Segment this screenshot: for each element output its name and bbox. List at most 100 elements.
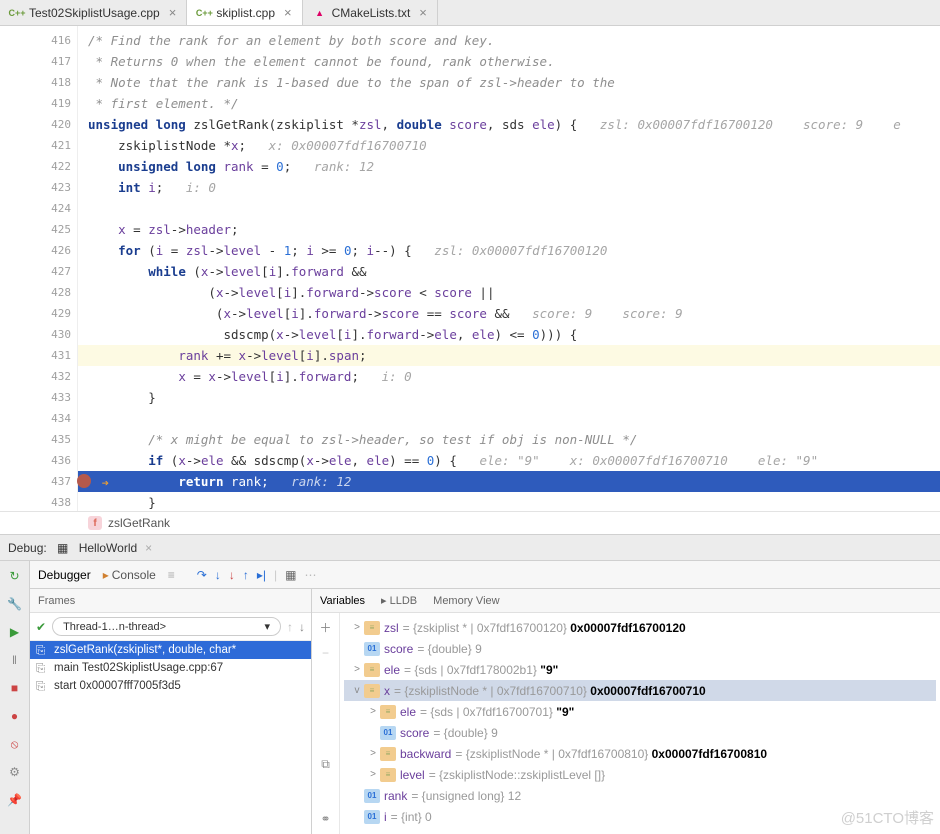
breakpoint-icon[interactable] <box>77 474 91 488</box>
variable-row[interactable]: >≡zsl= {zskiplist * | 0x7fdf16700120} 0x… <box>344 617 936 638</box>
pin-icon[interactable]: 📌 <box>6 791 24 809</box>
frame-up-icon[interactable]: ↑ <box>287 620 293 634</box>
frame-list: ⎘zslGetRank(zskiplist*, double, char*⎘ma… <box>30 641 311 834</box>
pause-icon[interactable]: ‖ <box>6 651 24 669</box>
debug-side-toolbar: ↻ 🔧 ▶ ‖ ■ ● ⦸ ⚙ 📌 <box>0 561 30 834</box>
variable-row[interactable]: >≡backward= {zskiplistNode * | 0x7fdf167… <box>344 743 936 764</box>
step-into-icon[interactable]: ↓ <box>229 568 235 582</box>
rerun-icon[interactable]: ↻ <box>6 567 24 585</box>
type-badge: ≡ <box>364 684 380 698</box>
code-line[interactable]: while (x->level[i].forward && <box>78 261 940 282</box>
code-line[interactable]: for (i = zsl->level - 1; i >= 0; i--) { … <box>78 240 940 261</box>
twistie-icon[interactable]: > <box>366 748 380 759</box>
file-icon: ▲ <box>313 6 327 20</box>
tab-label: Test02SkiplistUsage.cpp <box>29 6 160 20</box>
twistie-icon[interactable]: > <box>350 664 364 675</box>
step-out-icon[interactable]: ↑ <box>243 568 249 582</box>
breadcrumb-fn[interactable]: zslGetRank <box>108 516 170 530</box>
variable-row[interactable]: >≡ele= {sds | 0x7fdf16700701} "9" <box>344 701 936 722</box>
variables-panel: Variables ▸ LLDB Memory View ＋ − ⧉ ⚭ >≡z… <box>312 589 940 834</box>
twistie-icon[interactable]: > <box>350 622 364 633</box>
twistie-icon[interactable]: > <box>366 769 380 780</box>
editor-tab[interactable]: ▲ CMakeLists.txt × <box>303 0 438 25</box>
tab-memory[interactable]: Memory View <box>433 595 499 607</box>
code-line[interactable]: /* Find the rank for an element by both … <box>78 30 940 51</box>
code-line[interactable]: zskiplistNode *x; x: 0x00007fdf16700710 <box>78 135 940 156</box>
step-controls: ↷ ↓ ↓ ↑ ▸| | ▦ ⋯ <box>197 568 317 582</box>
frame-icon: ⎘ <box>36 663 45 676</box>
twistie-icon[interactable]: > <box>366 706 380 717</box>
vars-toolbar: ＋ − ⧉ ⚭ <box>312 613 340 834</box>
code-line[interactable]: int i; i: 0 <box>78 177 940 198</box>
thread-selector[interactable]: Thread-1…n-thread>▾ <box>52 617 281 636</box>
debug-config[interactable]: HelloWorld <box>79 541 137 555</box>
wrench-icon[interactable]: 🔧 <box>6 595 24 613</box>
close-icon[interactable]: × <box>284 5 292 20</box>
code-line[interactable]: if (x->ele && sdscmp(x->ele, ele) == 0) … <box>78 450 940 471</box>
code-line[interactable]: * first element. */ <box>78 93 940 114</box>
variable-row[interactable]: 01i= {int} 0 <box>344 806 936 827</box>
type-badge: 01 <box>380 726 396 740</box>
link-icon[interactable]: ⚭ <box>320 812 330 826</box>
run-to-cursor-icon[interactable]: ▸| <box>257 568 266 582</box>
code-line[interactable]: unsigned long rank = 0; rank: 12 <box>78 156 940 177</box>
evaluate-icon[interactable]: ▦ <box>285 568 296 582</box>
code-line[interactable]: (x->level[i].forward->score < score || <box>78 282 940 303</box>
tab-console[interactable]: ▸Console <box>103 568 156 582</box>
close-icon[interactable]: × <box>169 5 177 20</box>
variable-row[interactable]: 01rank= {unsigned long} 12 <box>344 785 936 806</box>
code-line[interactable]: * Note that the rank is 1-based due to t… <box>78 72 940 93</box>
variable-row[interactable]: v≡x= {zskiplistNode * | 0x7fdf16700710} … <box>344 680 936 701</box>
mute-breakpoints-icon[interactable]: ⦸ <box>6 735 24 753</box>
code-line[interactable]: } <box>78 387 940 408</box>
variable-row[interactable]: >≡level= {zskiplistNode::zskiplistLevel … <box>344 764 936 785</box>
tab-debugger[interactable]: Debugger <box>38 568 91 582</box>
stop-icon[interactable]: ■ <box>6 679 24 697</box>
close-icon[interactable]: × <box>419 5 427 20</box>
view-breakpoints-icon[interactable]: ● <box>6 707 24 725</box>
tab-variables[interactable]: Variables <box>320 595 365 607</box>
type-badge: ≡ <box>380 747 396 761</box>
code-line[interactable]: unsigned long zslGetRank(zskiplist *zsl,… <box>78 114 940 135</box>
add-watch-icon[interactable]: ＋ <box>319 619 331 636</box>
code-line[interactable]: /* x might be equal to zsl->header, so t… <box>78 429 940 450</box>
stack-frame[interactable]: ⎘zslGetRank(zskiplist*, double, char* <box>30 641 311 659</box>
settings-icon[interactable]: ⚙ <box>6 763 24 781</box>
debug-panel: ↻ 🔧 ▶ ‖ ■ ● ⦸ ⚙ 📌 Debugger ▸Console ≡ ↷ … <box>0 561 940 834</box>
show-exec-point-icon[interactable]: ↷ <box>197 568 207 582</box>
code-line[interactable] <box>78 408 940 429</box>
editor-tab[interactable]: C++skiplist.cpp× <box>187 0 302 25</box>
code-line[interactable]: * Returns 0 when the element cannot be f… <box>78 51 940 72</box>
frame-down-icon[interactable]: ↓ <box>299 620 305 634</box>
code-line[interactable]: rank += x->level[i].span; <box>78 345 940 366</box>
tab-lldb[interactable]: ▸ LLDB <box>381 594 417 607</box>
variable-row[interactable]: >≡ele= {sds | 0x7fdf178002b1} "9" <box>344 659 936 680</box>
code-line[interactable]: return rank; rank: 12 <box>78 471 940 492</box>
file-icon: C++ <box>197 6 211 20</box>
variable-row[interactable]: 01score= {double} 9 <box>344 722 936 743</box>
function-badge: f <box>88 516 102 530</box>
code-line[interactable]: sdscmp(x->level[i].forward->ele, ele) <=… <box>78 324 940 345</box>
code-line[interactable]: x = x->level[i].forward; i: 0 <box>78 366 940 387</box>
type-badge: ≡ <box>364 621 380 635</box>
code-line[interactable]: x = zsl->header; <box>78 219 940 240</box>
variables-tree[interactable]: >≡zsl= {zskiplist * | 0x7fdf16700120} 0x… <box>340 613 940 834</box>
tab-label: CMakeLists.txt <box>332 6 411 20</box>
editor-tab[interactable]: C++Test02SkiplistUsage.cpp× <box>0 0 187 25</box>
run-config-icon: ▦ <box>55 540 71 556</box>
duplicate-icon[interactable]: ⧉ <box>321 757 330 772</box>
close-icon[interactable]: × <box>145 541 152 555</box>
stack-frame[interactable]: ⎘start 0x00007fff7005f3d5 <box>30 677 311 695</box>
more-icon[interactable]: ⋯ <box>304 568 316 582</box>
code-area[interactable]: /* Find the rank for an element by both … <box>78 26 940 511</box>
twistie-icon[interactable]: v <box>350 685 364 696</box>
remove-watch-icon[interactable]: − <box>322 646 329 660</box>
variable-row[interactable]: 01score= {double} 9 <box>344 638 936 659</box>
stack-frame[interactable]: ⎘main Test02SkiplistUsage.cpp:67 <box>30 659 311 677</box>
code-line[interactable]: } <box>78 492 940 511</box>
code-line[interactable]: (x->level[i].forward->score == score && … <box>78 303 940 324</box>
resume-icon[interactable]: ▶ <box>6 623 24 641</box>
code-line[interactable] <box>78 198 940 219</box>
step-over-icon[interactable]: ↓ <box>215 568 221 582</box>
chevron-down-icon: ▾ <box>264 620 270 633</box>
